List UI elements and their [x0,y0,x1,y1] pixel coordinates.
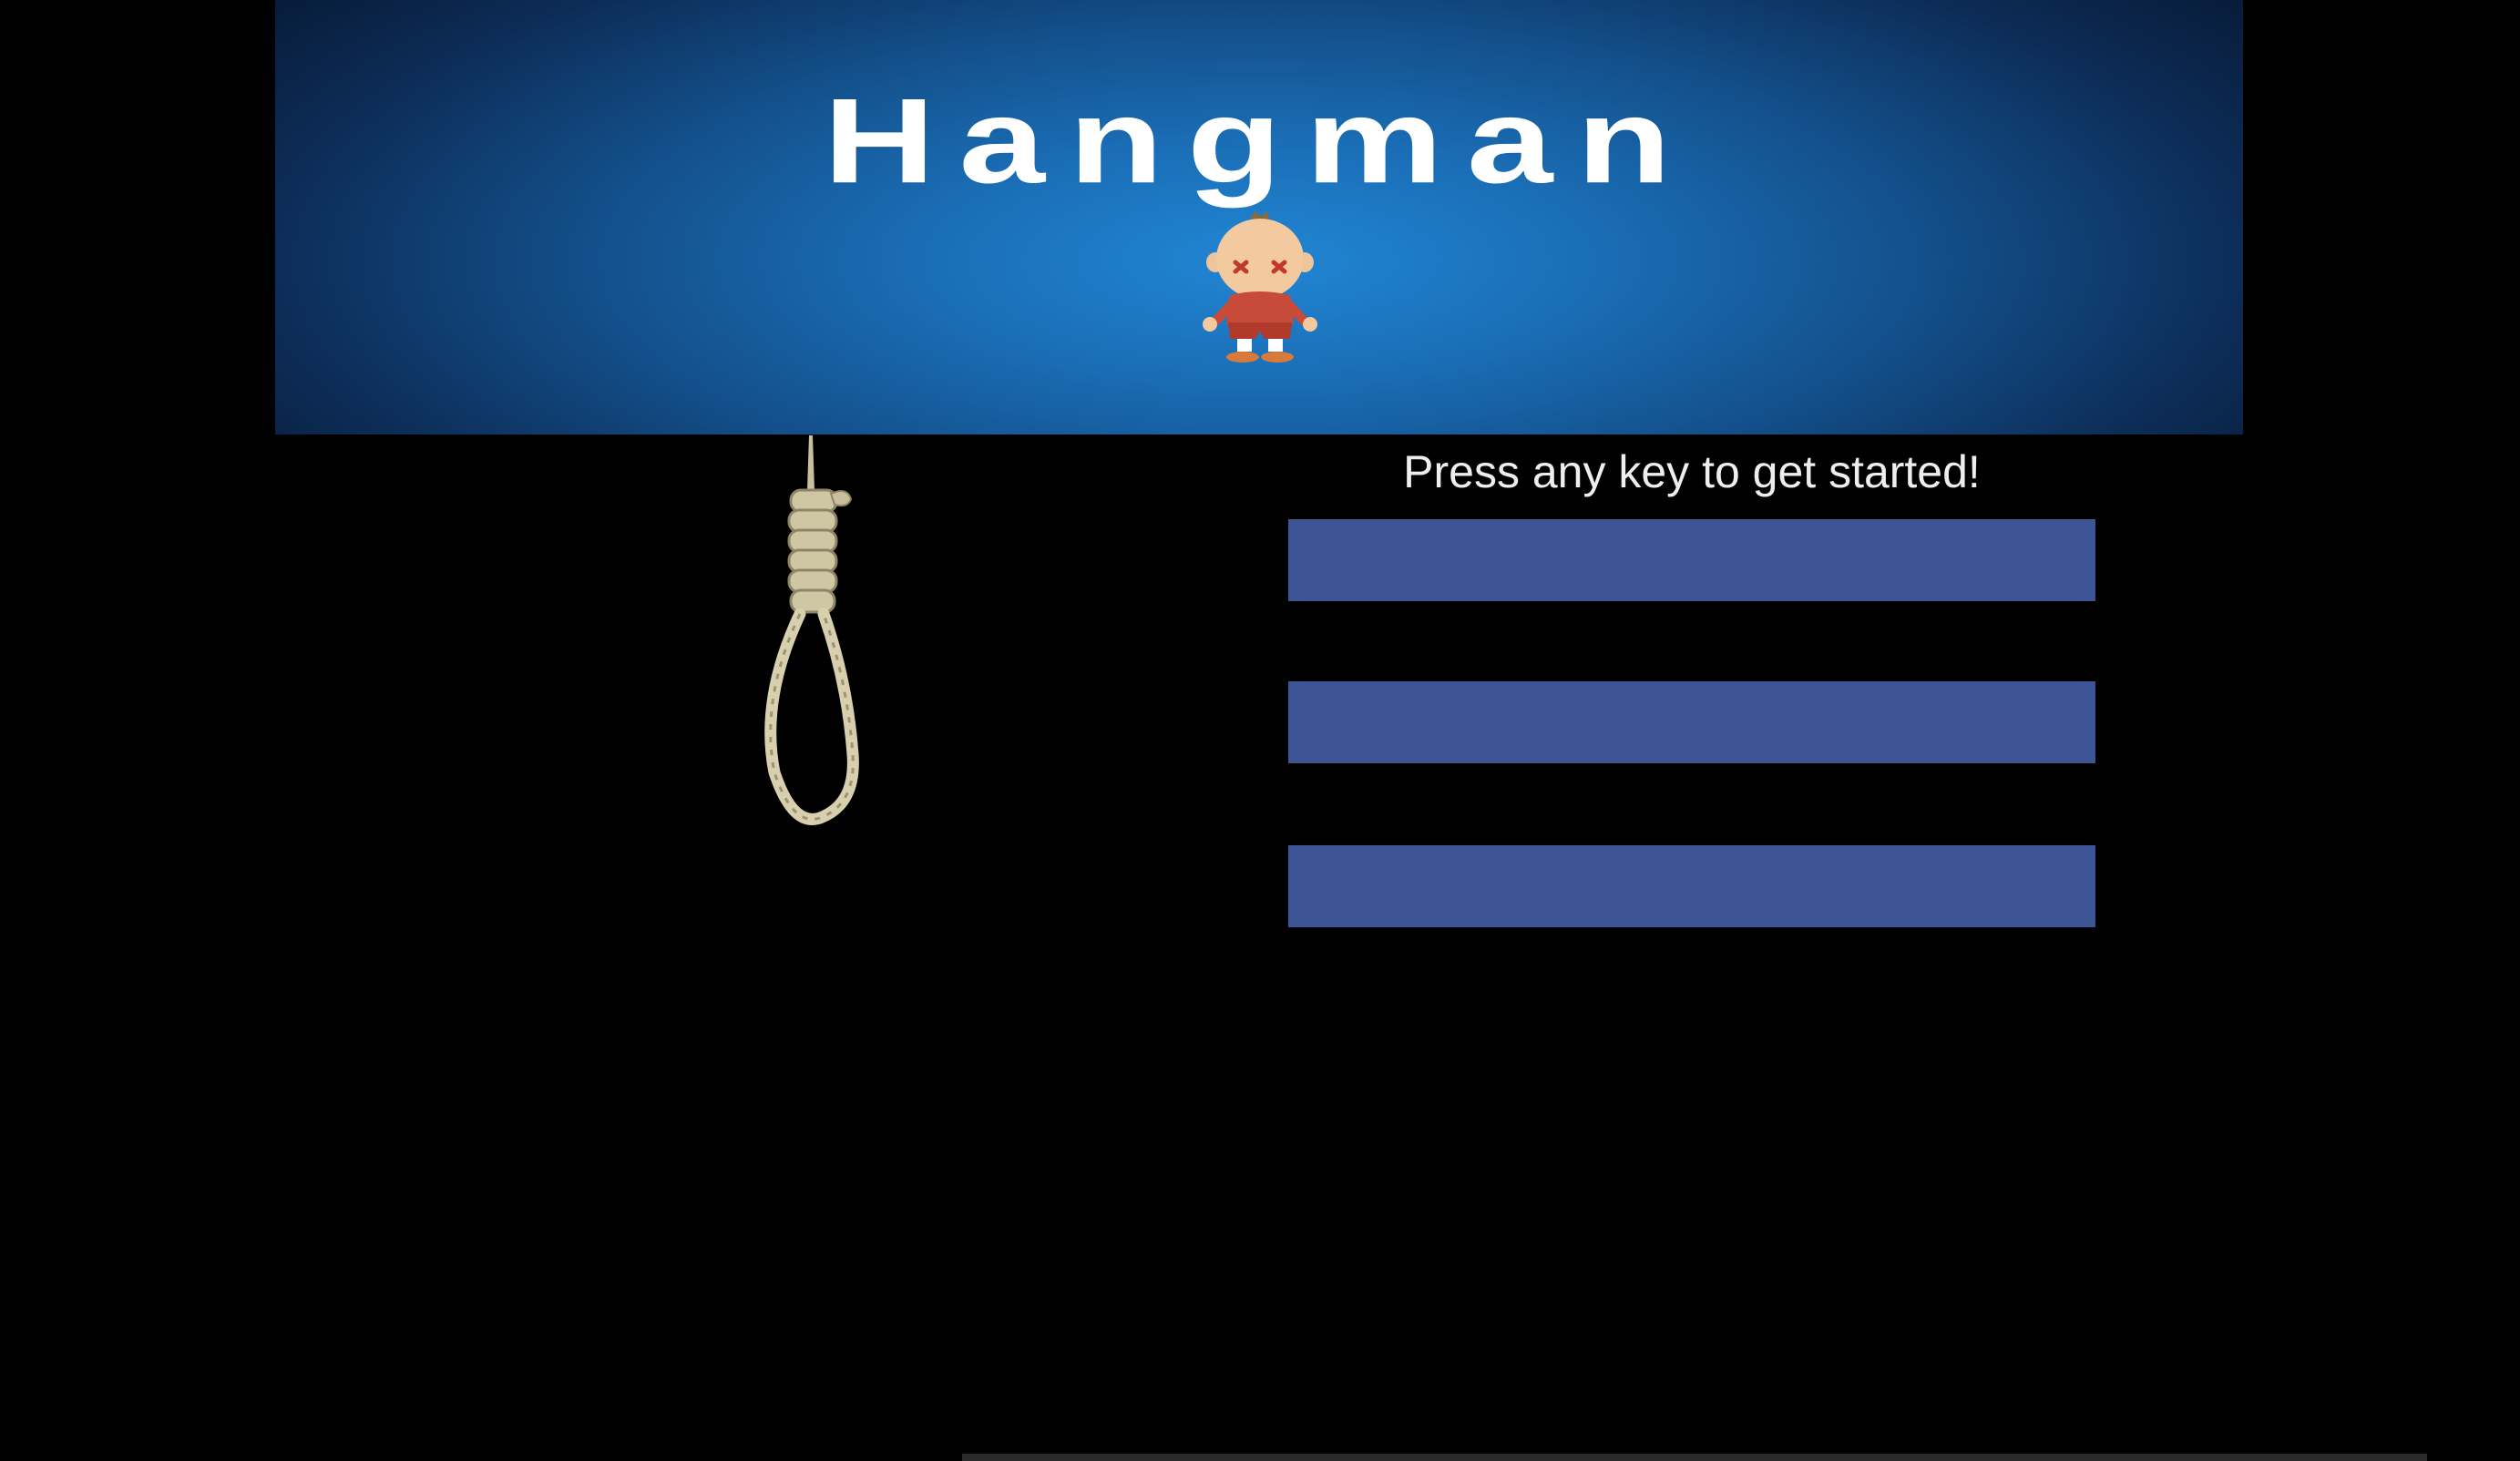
guessed-letters-text [1288,681,2095,763]
game-page: Hangman Press any key to get started! [0,0,2520,1461]
bottom-overlay-strip [962,1454,2427,1461]
hangman-character-icon [1203,211,1317,363]
word-display-panel [1288,519,2095,601]
start-prompt: Press any key to get started! [1403,446,1981,497]
noose-icon [764,435,859,825]
guessed-letters-panel [1288,681,2095,763]
guesses-remaining-panel [1288,845,2095,927]
header-banner: Hangman [275,0,2243,434]
guesses-remaining-text [1288,845,2095,927]
word-display-text [1288,519,2095,601]
game-title: Hangman [823,73,1695,209]
